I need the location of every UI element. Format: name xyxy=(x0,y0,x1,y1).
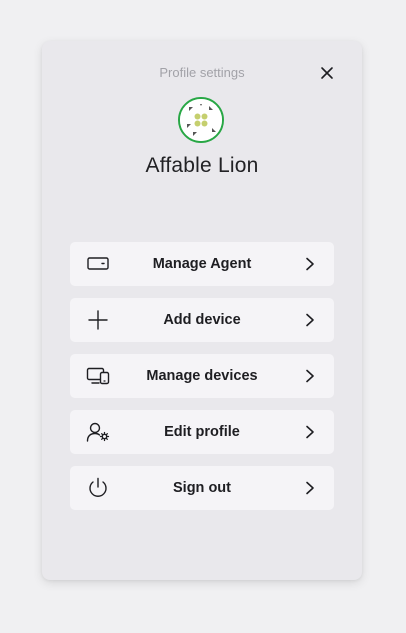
add-device-button[interactable]: Add device xyxy=(70,298,334,342)
sign-out-label: Sign out xyxy=(173,480,231,496)
chevron-right-icon xyxy=(306,481,314,495)
chevron-right-icon xyxy=(306,425,314,439)
chevron-right-icon xyxy=(306,257,314,271)
chevron-right-icon xyxy=(306,369,314,383)
profile-name: Affable Lion xyxy=(145,154,259,177)
manage-devices-label: Manage devices xyxy=(146,368,258,384)
edit-profile-button[interactable]: Edit profile xyxy=(70,410,334,454)
manage-agent-label: Manage Agent xyxy=(152,256,252,272)
close-icon[interactable] xyxy=(320,66,334,80)
profile-menu: Manage Agent Add device Manage devices E… xyxy=(70,242,334,522)
identicon-icon xyxy=(180,99,222,141)
sign-out-button[interactable]: Sign out xyxy=(70,466,334,510)
add-device-label: Add device xyxy=(163,312,241,328)
avatar xyxy=(178,97,224,143)
manage-devices-button[interactable]: Manage devices xyxy=(70,354,334,398)
chevron-right-icon xyxy=(306,313,314,327)
panel-title: Profile settings xyxy=(159,65,245,80)
manage-agent-button[interactable]: Manage Agent xyxy=(70,242,334,286)
edit-profile-label: Edit profile xyxy=(164,424,240,440)
profile-settings-panel: Profile settings Affable Lion Manage Age… xyxy=(42,41,362,580)
